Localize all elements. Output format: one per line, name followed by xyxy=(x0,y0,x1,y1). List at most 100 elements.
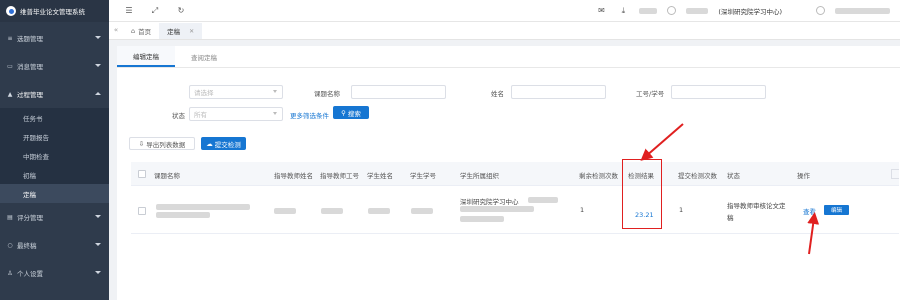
col-student-id: 学生学号 xyxy=(410,172,436,180)
tab-home[interactable]: ⌂ 首页 xyxy=(123,23,159,39)
col-submitted: 提交检测次数 xyxy=(678,172,717,180)
process-icon: ▲ xyxy=(7,90,13,98)
chevron-down-icon xyxy=(273,112,277,115)
sidebar-item-label: 消息管理 xyxy=(17,63,43,71)
redacted-topic xyxy=(156,204,250,210)
home-icon: ⌂ xyxy=(131,27,136,35)
subtab-edit[interactable]: 编辑定稿 xyxy=(117,46,175,67)
table-header: 课题名称 指导教师姓名 指导教师工号 学生姓名 学生学号 学生所属组织 剩余检测… xyxy=(131,162,899,186)
group-placeholder: 请选择 xyxy=(194,89,214,97)
sidebar-subitem-draft[interactable]: 初稿 xyxy=(0,165,109,184)
user-avatar[interactable] xyxy=(816,6,825,15)
subtabs: 编辑定稿 查阅定稿 xyxy=(117,46,900,68)
org-label: (深圳研究院学习中心) xyxy=(718,7,782,16)
status-line-2: 稿 xyxy=(727,214,734,222)
select-all-checkbox[interactable] xyxy=(138,170,146,178)
search-button-label: 搜索 xyxy=(347,109,361,118)
col-status: 状态 xyxy=(727,172,740,180)
arrow-to-result xyxy=(640,123,684,161)
remaining-count: 1 xyxy=(580,206,585,214)
score-icon: ▤ xyxy=(7,213,13,221)
redacted-school xyxy=(639,7,658,14)
student-org: 深圳研究院学习中心 xyxy=(460,198,519,206)
sidebar-item-final[interactable]: ○ 最终稿 xyxy=(0,231,109,259)
chevron-down-icon xyxy=(95,215,101,218)
column-settings-button[interactable] xyxy=(891,169,899,179)
sidebar-item-score[interactable]: ▤ 评分管理 xyxy=(0,203,109,231)
sidebar-subitem-task[interactable]: 任务书 xyxy=(0,108,109,127)
subtab-view[interactable]: 查阅定稿 xyxy=(175,46,233,67)
tabs-back-icon[interactable]: « xyxy=(109,21,123,39)
search-icon: ⚲ xyxy=(341,108,346,117)
redacted-teacher-name xyxy=(274,208,296,214)
col-student-name: 学生姓名 xyxy=(367,172,393,180)
status-select[interactable]: 所有 xyxy=(189,107,283,121)
check-icon: ☁ xyxy=(206,139,213,148)
redacted-org-2 xyxy=(460,206,534,212)
redacted-teacher-id xyxy=(321,208,343,214)
col-teacher-name: 指导教师姓名 xyxy=(274,172,313,180)
sidebar-subitem-final-draft[interactable]: 定稿 xyxy=(0,184,109,203)
search-button[interactable]: ⚲ 搜索 xyxy=(333,106,369,119)
sidebar-item-label: 个人设置 xyxy=(17,270,43,278)
col-remaining: 剩余检测次数 xyxy=(579,172,618,180)
submit-check-button[interactable]: ☁ 提交检测 xyxy=(201,137,246,150)
group-select[interactable]: 请选择 xyxy=(189,85,283,99)
page-tabs: « ⌂ 首页 定稿 ✕ xyxy=(109,22,900,40)
tab-final-draft[interactable]: 定稿 ✕ xyxy=(159,23,203,39)
table-row: 深圳研究院学习中心 1 23.21 1 指导教师审核论文定 稿 查看 编辑 xyxy=(131,186,899,234)
name-input[interactable] xyxy=(511,85,606,99)
topbar: ☰ ⤢ ↻ ✉ ⤓ (深圳研究院学习中心) xyxy=(109,0,900,22)
sidebar: 维普毕业论文管理系统 ≡ 选题管理 ▭ 消息管理 ▲ 过程管理 任务书 开题报告… xyxy=(0,0,109,300)
more-filters-link[interactable]: 更多筛选条件 xyxy=(290,110,329,120)
topic-input[interactable] xyxy=(351,85,446,99)
menu-toggle-icon[interactable]: ☰ xyxy=(123,5,135,17)
sidebar-item-topic[interactable]: ≡ 选题管理 xyxy=(0,24,109,52)
status-value: 所有 xyxy=(194,111,207,119)
tab-home-label: 首页 xyxy=(138,28,152,36)
view-link[interactable]: 查看 xyxy=(803,206,816,216)
filter-label-name: 姓名 xyxy=(491,90,504,98)
download-icon[interactable]: ⤓ xyxy=(617,5,629,17)
sidebar-item-personal[interactable]: ♙ 个人设置 xyxy=(0,259,109,287)
redacted-user xyxy=(835,7,890,14)
chevron-down-icon xyxy=(273,90,277,93)
redacted-org-3 xyxy=(460,216,504,222)
redacted-topic-2 xyxy=(156,212,210,218)
col-topic: 课题名称 xyxy=(154,172,180,180)
export-icon: ⇩ xyxy=(138,139,145,148)
mail-icon[interactable]: ✉ xyxy=(595,5,607,17)
app-logo: 维普毕业论文管理系统 xyxy=(0,0,109,22)
list-icon: ≡ xyxy=(7,34,13,42)
chevron-up-icon xyxy=(95,92,101,95)
fullscreen-icon[interactable]: ⤢ xyxy=(149,5,161,17)
refresh-icon[interactable]: ↻ xyxy=(175,5,187,17)
id-input[interactable] xyxy=(671,85,766,99)
filter-label-topic: 课题名称 xyxy=(314,90,340,98)
sidebar-item-label: 选题管理 xyxy=(17,35,43,43)
sidebar-item-label: 评分管理 xyxy=(17,214,43,222)
tab-final-draft-label: 定稿 xyxy=(167,28,181,36)
topbar-right: ✉ ⤓ (深圳研究院学习中心) xyxy=(595,5,900,17)
sidebar-subitem-midterm[interactable]: 中期检查 xyxy=(0,146,109,165)
filter-label-id: 工号/学号 xyxy=(636,90,665,98)
status-line-1: 指导教师审核论文定 xyxy=(727,202,786,210)
sidebar-item-label: 过程管理 xyxy=(17,91,43,99)
edit-button[interactable]: 编辑 xyxy=(824,205,849,215)
redacted-student-id xyxy=(411,208,433,214)
close-icon[interactable]: ✕ xyxy=(189,28,194,35)
final-icon: ○ xyxy=(7,241,13,249)
org-avatar xyxy=(667,6,677,15)
submitted-count: 1 xyxy=(679,206,684,214)
sidebar-subitem-proposal[interactable]: 开题报告 xyxy=(0,127,109,146)
chevron-down-icon xyxy=(95,271,101,274)
row-checkbox[interactable] xyxy=(138,207,146,215)
chevron-down-icon xyxy=(95,64,101,67)
export-button[interactable]: ⇩ 导出列表数据 xyxy=(129,137,195,150)
sidebar-item-process[interactable]: ▲ 过程管理 xyxy=(0,80,109,108)
col-teacher-id: 指导教师工号 xyxy=(320,172,359,180)
app-title: 维普毕业论文管理系统 xyxy=(20,8,85,16)
user-icon: ♙ xyxy=(7,269,13,277)
filter-label-status: 状态 xyxy=(172,112,185,120)
sidebar-item-message[interactable]: ▭ 消息管理 xyxy=(0,52,109,80)
